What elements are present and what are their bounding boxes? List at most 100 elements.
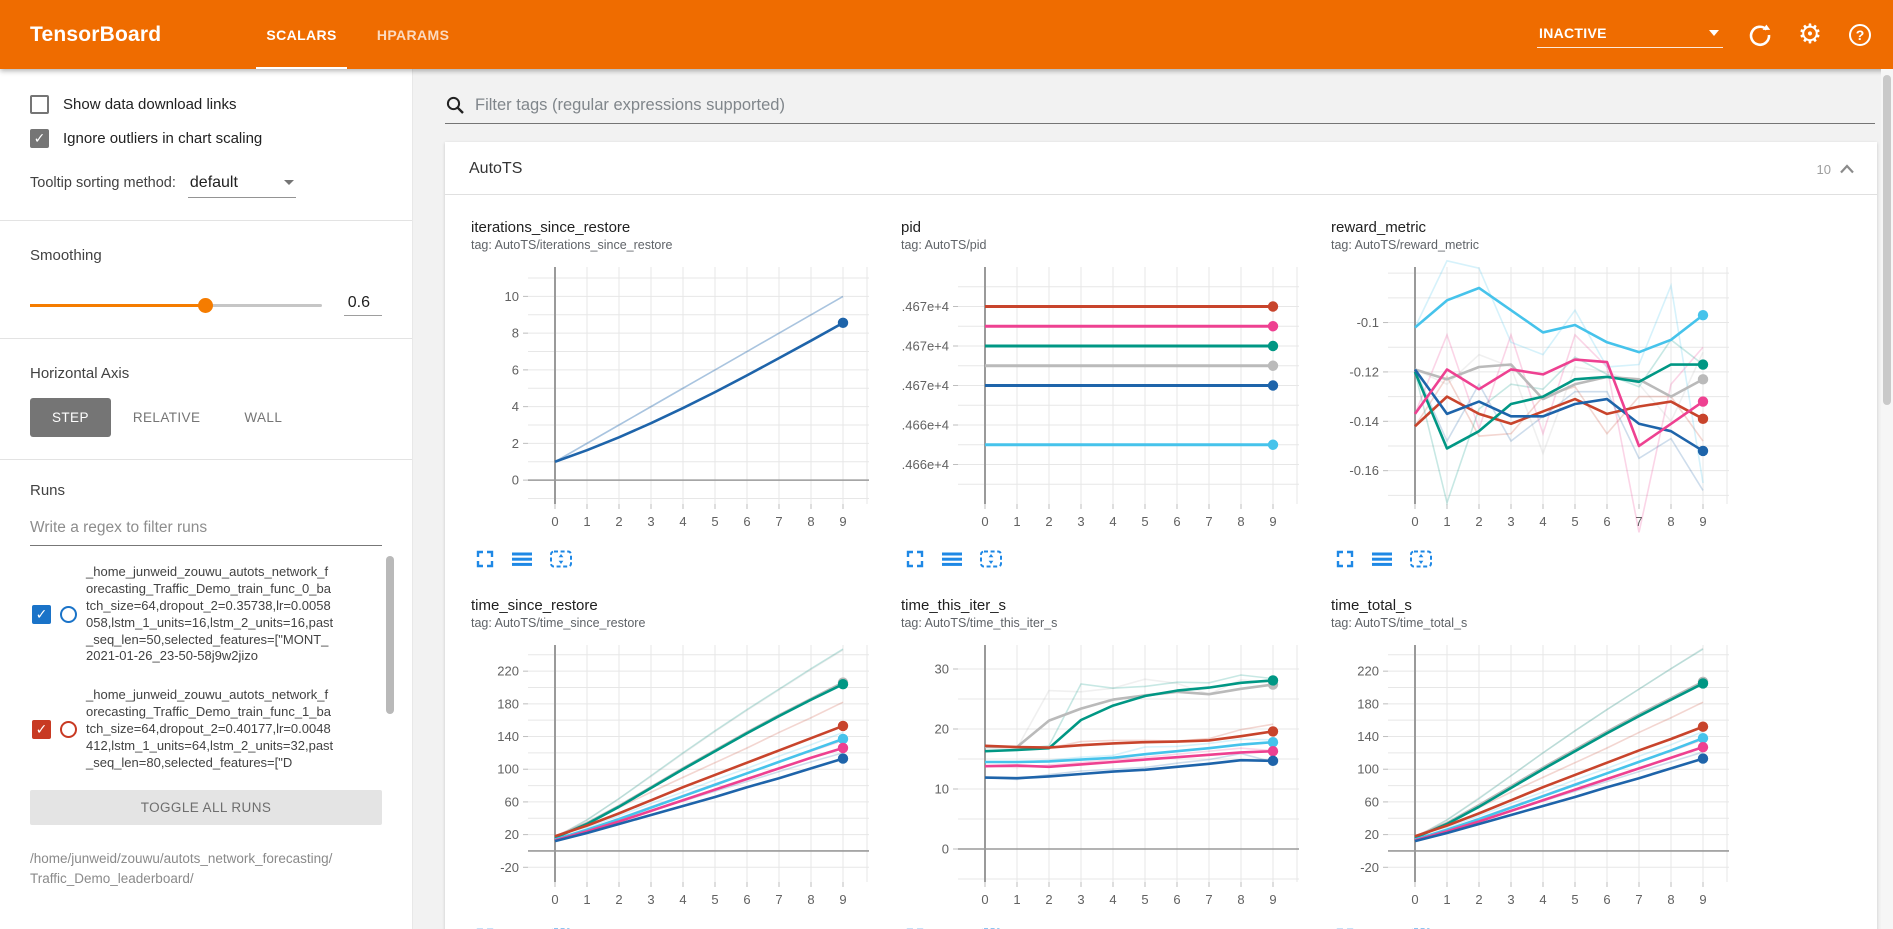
checkbox-checked-icon[interactable]: ✓	[30, 129, 49, 148]
smoothing-slider[interactable]	[30, 304, 322, 307]
runs-scrollbar-thumb[interactable]	[386, 556, 394, 714]
horizontal-axis-buttons: STEPRELATIVEWALL	[30, 398, 382, 437]
refresh-icon[interactable]	[1747, 22, 1773, 48]
charts-grid: iterations_since_restoretag: AutoTS/iter…	[445, 195, 1877, 929]
horizontal-lines-icon[interactable]	[1371, 549, 1393, 569]
y-tick-label: 10	[935, 782, 949, 797]
horizontal-axis-section: Horizontal Axis STEPRELATIVEWALL	[0, 339, 412, 459]
horizontal-lines-icon[interactable]	[941, 549, 963, 569]
tab-hparams[interactable]: HPARAMS	[357, 0, 470, 69]
tag-filter-input[interactable]	[475, 96, 1875, 115]
autots-card-header[interactable]: AutoTS 10	[445, 142, 1877, 195]
chevron-up-icon[interactable]	[1839, 163, 1855, 175]
x-tick-label: 8	[1237, 892, 1244, 907]
run-checkbox[interactable]: ✓	[32, 605, 51, 624]
smoothing-slider-thumb[interactable]	[198, 298, 213, 313]
run-name: _home_junweid_zouwu_autots_network_forec…	[86, 564, 334, 665]
series-endpoint-dot	[1698, 753, 1708, 763]
x-tick-label: 5	[1141, 892, 1148, 907]
y-tick-label: 20	[935, 722, 949, 737]
y-tick-label: 2.466e+4	[901, 457, 949, 472]
runs-list: ✓ _home_junweid_zouwu_autots_network_fore…	[30, 550, 382, 780]
series-endpoint-dot	[1698, 414, 1708, 424]
chart-actions	[901, 549, 1325, 569]
y-tick-label: 180	[497, 696, 519, 711]
run-checkbox[interactable]: ✓	[32, 720, 51, 739]
y-tick-label: 220	[497, 664, 519, 679]
chart-tag: tag: AutoTS/time_total_s	[1331, 616, 1755, 630]
chart-title: time_total_s	[1331, 597, 1755, 614]
app-title: TensorBoard	[30, 23, 161, 47]
x-tick-label: 6	[1173, 514, 1180, 529]
series-endpoint-dot	[1698, 742, 1708, 752]
x-tick-label: 8	[807, 892, 814, 907]
x-tick-label: 4	[1109, 892, 1116, 907]
x-tick-label: 1	[583, 892, 590, 907]
chart-plot-reward_metric[interactable]: -0.1-0.12-0.14-0.160123456789	[1331, 258, 1735, 542]
status-dropdown[interactable]: INACTIVE	[1537, 21, 1723, 48]
axis-button-wall[interactable]: WALL	[222, 398, 304, 437]
series-line	[555, 323, 843, 462]
chart-plot-time_total_s[interactable]: -2020601001401802200123456789	[1331, 636, 1735, 920]
y-tick-label: 140	[1357, 729, 1379, 744]
tooltip-sorting-row: Tooltip sorting method: default	[30, 172, 382, 198]
fit-domain-icon[interactable]	[1409, 549, 1433, 569]
x-tick-label: 0	[551, 892, 558, 907]
log-directory-path: /home/junweid/zouwu/autots_network_forec…	[30, 849, 382, 890]
series-endpoint-dot	[838, 743, 848, 753]
page-scrollbar-thumb[interactable]	[1883, 75, 1891, 405]
fullscreen-icon[interactable]	[475, 549, 495, 569]
tooltip-sorting-dropdown[interactable]: default	[188, 172, 296, 198]
top-nav-tabs: SCALARSHPARAMS	[246, 0, 469, 69]
y-tick-label: 0	[942, 842, 949, 857]
chart-plot-iterations_since_restore[interactable]: 02468100123456789	[471, 258, 875, 542]
horizontal-axis-label: Horizontal Axis	[30, 365, 382, 382]
checkbox-row[interactable]: Show data download links	[30, 95, 382, 114]
section-title: AutoTS	[469, 160, 522, 178]
smoothing-value[interactable]: 0.6	[344, 294, 382, 316]
fit-domain-icon[interactable]	[549, 549, 573, 569]
y-tick-label: 30	[935, 662, 949, 677]
series-endpoint-dot	[1698, 733, 1708, 743]
x-tick-label: 2	[615, 892, 622, 907]
x-tick-label: 0	[1411, 514, 1418, 529]
x-tick-label: 3	[647, 514, 654, 529]
run-item: ✓ _home_junweid_zouwu_autots_network_fore…	[30, 550, 382, 673]
status-value: INACTIVE	[1539, 25, 1607, 41]
help-icon[interactable]: ?	[1847, 22, 1873, 48]
page-scrollbar[interactable]	[1881, 69, 1893, 929]
checkbox-unchecked-icon[interactable]	[30, 95, 49, 114]
x-tick-label: 3	[1507, 892, 1514, 907]
chart-title: iterations_since_restore	[471, 219, 895, 236]
run-radio[interactable]	[60, 606, 77, 623]
settings-gear-icon[interactable]: ⚙	[1797, 22, 1823, 48]
chart-plot-pid[interactable]: 2.467e+42.467e+42.467e+42.466e+42.466e+4…	[901, 258, 1305, 542]
fullscreen-icon[interactable]	[1335, 549, 1355, 569]
fullscreen-icon[interactable]	[905, 549, 925, 569]
y-tick-label: 0	[512, 473, 519, 488]
toggle-all-runs-button[interactable]: TOGGLE ALL RUNS	[30, 790, 382, 825]
x-tick-label: 3	[1077, 514, 1084, 529]
runs-section: Runs ✓_home_junweid_zouwu_autots_network…	[0, 460, 412, 889]
y-tick-label: 4	[512, 399, 519, 414]
chart-card-pid: pidtag: AutoTS/pid2.467e+42.467e+42.467e…	[901, 219, 1325, 569]
run-radio[interactable]	[60, 721, 77, 738]
series-endpoint-dot	[1268, 756, 1278, 766]
series-raw-line	[1415, 335, 1703, 533]
axis-button-relative[interactable]: RELATIVE	[111, 398, 222, 437]
series-endpoint-dot	[1698, 359, 1708, 369]
series-endpoint-dot	[1268, 321, 1278, 331]
x-tick-label: 6	[1603, 892, 1610, 907]
tab-scalars[interactable]: SCALARS	[246, 0, 356, 69]
chart-plot-time_since_restore[interactable]: -2020601001401802200123456789	[471, 636, 875, 920]
chart-card-iterations_since_restore: iterations_since_restoretag: AutoTS/iter…	[471, 219, 895, 569]
chart-plot-time_this_iter_s[interactable]: 01020300123456789	[901, 636, 1305, 920]
chart-card-reward_metric: reward_metrictag: AutoTS/reward_metric-0…	[1331, 219, 1755, 569]
axis-button-step[interactable]: STEP	[30, 398, 111, 437]
y-tick-label: -20	[500, 860, 519, 875]
runs-filter-input[interactable]	[30, 513, 382, 546]
checkbox-row[interactable]: ✓Ignore outliers in chart scaling	[30, 129, 382, 148]
horizontal-lines-icon[interactable]	[511, 549, 533, 569]
x-tick-label: 2	[1475, 514, 1482, 529]
fit-domain-icon[interactable]	[979, 549, 1003, 569]
